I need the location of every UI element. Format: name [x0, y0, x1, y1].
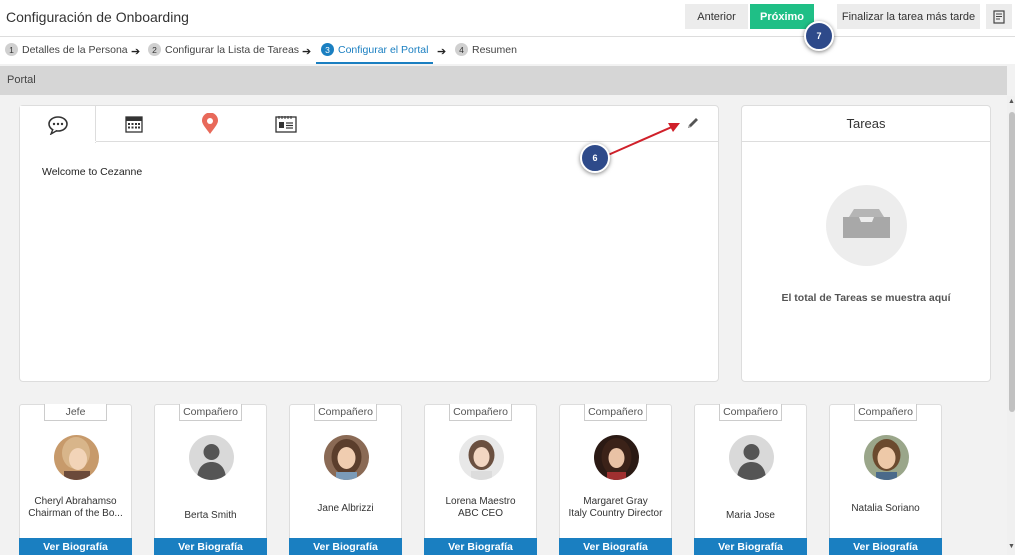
section-header: Portal — [0, 66, 1007, 95]
arrow-right-icon: ➔ — [302, 46, 312, 58]
tasks-empty-message: El total de Tareas se muestra aquí — [781, 292, 951, 304]
step-3[interactable]: 3 Configurar el Portal — [321, 43, 428, 56]
role-label: Compañero — [179, 404, 242, 421]
person-card: Compañero Maria Jose Ver Biografía — [694, 404, 807, 555]
person-card: Compañero Natalia Soriano Ver Biografía — [829, 404, 942, 555]
tab-calendar[interactable] — [96, 106, 172, 142]
inbox-tray-icon — [843, 209, 890, 238]
avatar — [324, 435, 369, 480]
tab-chat[interactable] — [20, 106, 96, 143]
calendar-icon — [125, 116, 143, 133]
top-bar: Configuración de Onboarding Anterior Pró… — [0, 0, 1015, 36]
person-name: Lorena Maestro ABC CEO — [445, 496, 516, 519]
view-bio-button[interactable]: Ver Biografía — [19, 538, 132, 555]
avatar — [864, 435, 909, 480]
step-marker-7: 7 — [804, 21, 834, 51]
view-bio-button[interactable]: Ver Biografía — [694, 538, 807, 555]
avatar — [189, 435, 234, 480]
role-label: Compañero — [314, 404, 377, 421]
step-label: Configurar la Lista de Tareas — [165, 43, 300, 56]
view-bio-button[interactable]: Ver Biografía — [829, 538, 942, 555]
step-number: 2 — [148, 43, 161, 56]
step-number: 4 — [455, 43, 468, 56]
role-label: Compañero — [719, 404, 782, 421]
step-2[interactable]: 2 Configurar la Lista de Tareas — [148, 43, 299, 56]
tasks-title: Tareas — [742, 106, 990, 142]
person-name: Jane Albrizzi — [317, 503, 374, 514]
role-label: Jefe — [44, 404, 107, 421]
document-icon — [993, 9, 1005, 24]
scrollbar-thumb[interactable] — [1009, 112, 1015, 412]
finish-later-button[interactable]: Finalizar la tarea más tarde — [837, 4, 980, 29]
step-label: Detalles de la Persona — [22, 43, 128, 56]
role-label: Compañero — [854, 404, 917, 421]
view-bio-button[interactable]: Ver Biografía — [289, 538, 402, 555]
step-number: 3 — [321, 43, 334, 56]
location-pin-icon — [202, 113, 218, 134]
tab-location[interactable] — [172, 106, 248, 142]
step-label: Resumen — [472, 43, 517, 56]
arrow-right-icon: ➔ — [131, 46, 141, 58]
role-label: Compañero — [449, 404, 512, 421]
active-step-indicator — [316, 62, 433, 64]
person-name: Berta Smith — [184, 510, 237, 521]
arrow-right-icon: ➔ — [437, 46, 447, 58]
contact-card-icon — [275, 116, 297, 133]
view-bio-button[interactable]: Ver Biografía — [424, 538, 537, 555]
previous-button[interactable]: Anterior — [685, 4, 748, 29]
tasks-card: Tareas El total de Tareas se muestra aqu… — [741, 105, 991, 382]
page-title: Configuración de Onboarding — [6, 9, 189, 25]
step-number: 1 — [5, 43, 18, 56]
view-bio-button[interactable]: Ver Biografía — [154, 538, 267, 555]
person-card: Compañero Margaret Gray Italy Country Di… — [559, 404, 672, 555]
person-name: Cheryl Abrahamso Chairman of the Bo... — [28, 496, 123, 519]
scroll-up-icon[interactable]: ▲ — [1008, 98, 1015, 105]
wizard-steps: 1 Detalles de la Persona ➔ 2 Configurar … — [0, 36, 1015, 64]
avatar — [54, 435, 99, 480]
tab-contact[interactable] — [248, 106, 324, 142]
person-card: Jefe Cheryl Abrahamso Chairman of the Bo… — [19, 404, 132, 555]
step-label: Configurar el Portal — [338, 43, 429, 56]
person-name: Natalia Soriano — [851, 503, 920, 514]
empty-inbox-placeholder — [826, 185, 907, 266]
person-name: Margaret Gray Italy Country Director — [568, 496, 663, 519]
person-card: Compañero Berta Smith Ver Biografía — [154, 404, 267, 555]
person-name: Maria Jose — [726, 510, 775, 521]
avatar — [594, 435, 639, 480]
notes-button[interactable] — [986, 4, 1012, 29]
person-card: Compañero Lorena Maestro ABC CEO Ver Bio… — [424, 404, 537, 555]
avatar — [459, 435, 504, 480]
avatar — [729, 435, 774, 480]
step-4[interactable]: 4 Resumen — [455, 43, 517, 56]
scroll-down-icon[interactable]: ▼ — [1008, 543, 1015, 550]
role-label: Compañero — [584, 404, 647, 421]
step-marker-6: 6 — [580, 143, 610, 173]
next-button[interactable]: Próximo — [750, 4, 814, 29]
step-1[interactable]: 1 Detalles de la Persona — [5, 43, 128, 56]
section-title: Portal — [7, 74, 36, 86]
welcome-text: Welcome to Cezanne — [42, 166, 143, 178]
person-card: Compañero Jane Albrizzi Ver Biografía — [289, 404, 402, 555]
chat-icon — [47, 115, 68, 135]
view-bio-button[interactable]: Ver Biografía — [559, 538, 672, 555]
